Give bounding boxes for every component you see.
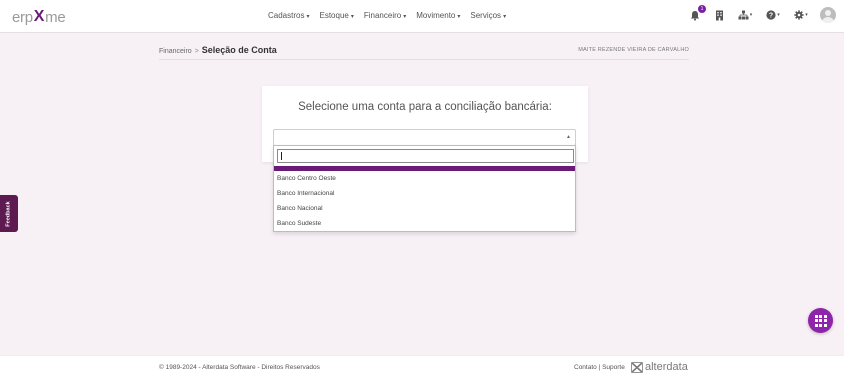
menu-servicos[interactable]: Serviços ▾	[470, 11, 506, 20]
chevron-down-icon: ▾	[777, 12, 780, 18]
menu-label: Serviços	[470, 11, 502, 20]
main-menu: Cadastros ▾ Estoque ▾ Financeiro ▾ Moviment…	[268, 11, 506, 20]
settings-menu-button[interactable]: ▾	[792, 8, 810, 22]
erp-logo[interactable]: erp Xme	[12, 8, 66, 26]
dropdown-search-input[interactable]	[277, 149, 574, 163]
option-banco-sudeste[interactable]: Banco Sudeste	[277, 220, 321, 227]
chevron-down-icon: ▾	[403, 14, 407, 20]
chevron-down-icon: ▾	[306, 14, 310, 20]
org-chart-icon	[738, 10, 749, 20]
grid-dot	[823, 323, 827, 327]
chevron-down-icon: ▾	[350, 14, 354, 20]
chevron-down-icon: ▾	[503, 14, 507, 20]
footer: © 1989-2024 - Alterdata Software - Direi…	[0, 355, 844, 377]
divider	[159, 59, 689, 60]
grid-dot	[823, 319, 827, 322]
menu-movimento[interactable]: Movimento ▾	[416, 11, 460, 20]
menu-label: Movimento	[416, 11, 456, 20]
top-navbar: erp Xme Cadastros ▾ Estoque ▾ Financeiro ▾ M…	[0, 0, 844, 33]
chevron-down-icon: ▾	[805, 12, 808, 18]
breadcrumb: Financeiro > Seleção de Conta	[159, 45, 277, 55]
svg-text:?: ?	[769, 13, 773, 20]
chevron-down-icon: ▾	[749, 12, 753, 18]
apps-fab-button[interactable]	[808, 308, 833, 333]
account-dropdown: Banco Centro Oeste Banco Internacional B…	[273, 145, 576, 232]
logo-text-left: erp	[12, 8, 33, 26]
feedback-tab[interactable]: Feedback	[0, 195, 18, 232]
notification-badge: 1	[698, 5, 706, 13]
feedback-label: Feedback	[6, 200, 12, 227]
contact-support-links[interactable]: Contato | Suporte	[574, 364, 625, 371]
grid-dot	[814, 319, 818, 322]
option-banco-internacional[interactable]: Banco Internacional	[277, 190, 334, 197]
logo-x-mark: X	[33, 8, 45, 25]
menu-cadastros[interactable]: Cadastros ▾	[268, 11, 309, 20]
copyright-text: © 1989-2024 - Alterdata Software - Direi…	[159, 364, 320, 371]
menu-label: Estoque	[319, 11, 349, 20]
grid-dot	[814, 323, 818, 327]
menu-label: Cadastros	[268, 11, 305, 20]
logo-text-right: me	[45, 8, 66, 26]
option-banco-centro-oeste[interactable]: Banco Centro Oeste	[277, 175, 336, 182]
building-icon	[715, 10, 723, 20]
highlighted-option[interactable]	[274, 166, 575, 171]
structure-menu-button[interactable]: ▾	[736, 8, 754, 22]
text-cursor	[281, 152, 282, 160]
avatar[interactable]	[820, 7, 836, 23]
grid-dot	[819, 323, 822, 327]
option-banco-nacional[interactable]: Banco Nacional	[277, 205, 323, 212]
grid-dot	[823, 314, 827, 318]
help-menu-button[interactable]: ? ▾	[764, 8, 782, 22]
user-name: MAITE REZENDE VIEIRA DE CARVALHO	[578, 47, 689, 53]
menu-estoque[interactable]: Estoque ▾	[319, 11, 353, 20]
grid-dot	[819, 319, 822, 322]
breadcrumb-parent[interactable]: Financeiro	[159, 48, 192, 55]
alterdata-mark-icon	[631, 361, 643, 373]
chevron-down-icon: ▲	[566, 134, 571, 140]
notifications-button[interactable]: 1	[688, 5, 706, 22]
gear-icon	[794, 10, 804, 20]
page-title: Seleção de Conta	[201, 45, 277, 55]
header-actions: 1 ▾ ? ▾ ▾	[688, 5, 836, 23]
company-button[interactable]	[712, 8, 726, 22]
menu-label: Financeiro	[363, 11, 402, 20]
account-select[interactable]: ▲	[273, 129, 576, 146]
breadcrumb-separator: >	[194, 48, 199, 55]
apps-grid-icon	[814, 314, 818, 318]
alterdata-logo: alterdata	[631, 361, 688, 373]
chevron-down-icon: ▾	[457, 14, 461, 20]
brand-text: alterdata	[645, 361, 688, 373]
card-title: Selecione uma conta para a conciliação b…	[298, 101, 552, 113]
menu-financeiro[interactable]: Financeiro ▾	[364, 11, 406, 20]
help-icon: ?	[766, 10, 776, 20]
grid-dot	[819, 314, 822, 318]
